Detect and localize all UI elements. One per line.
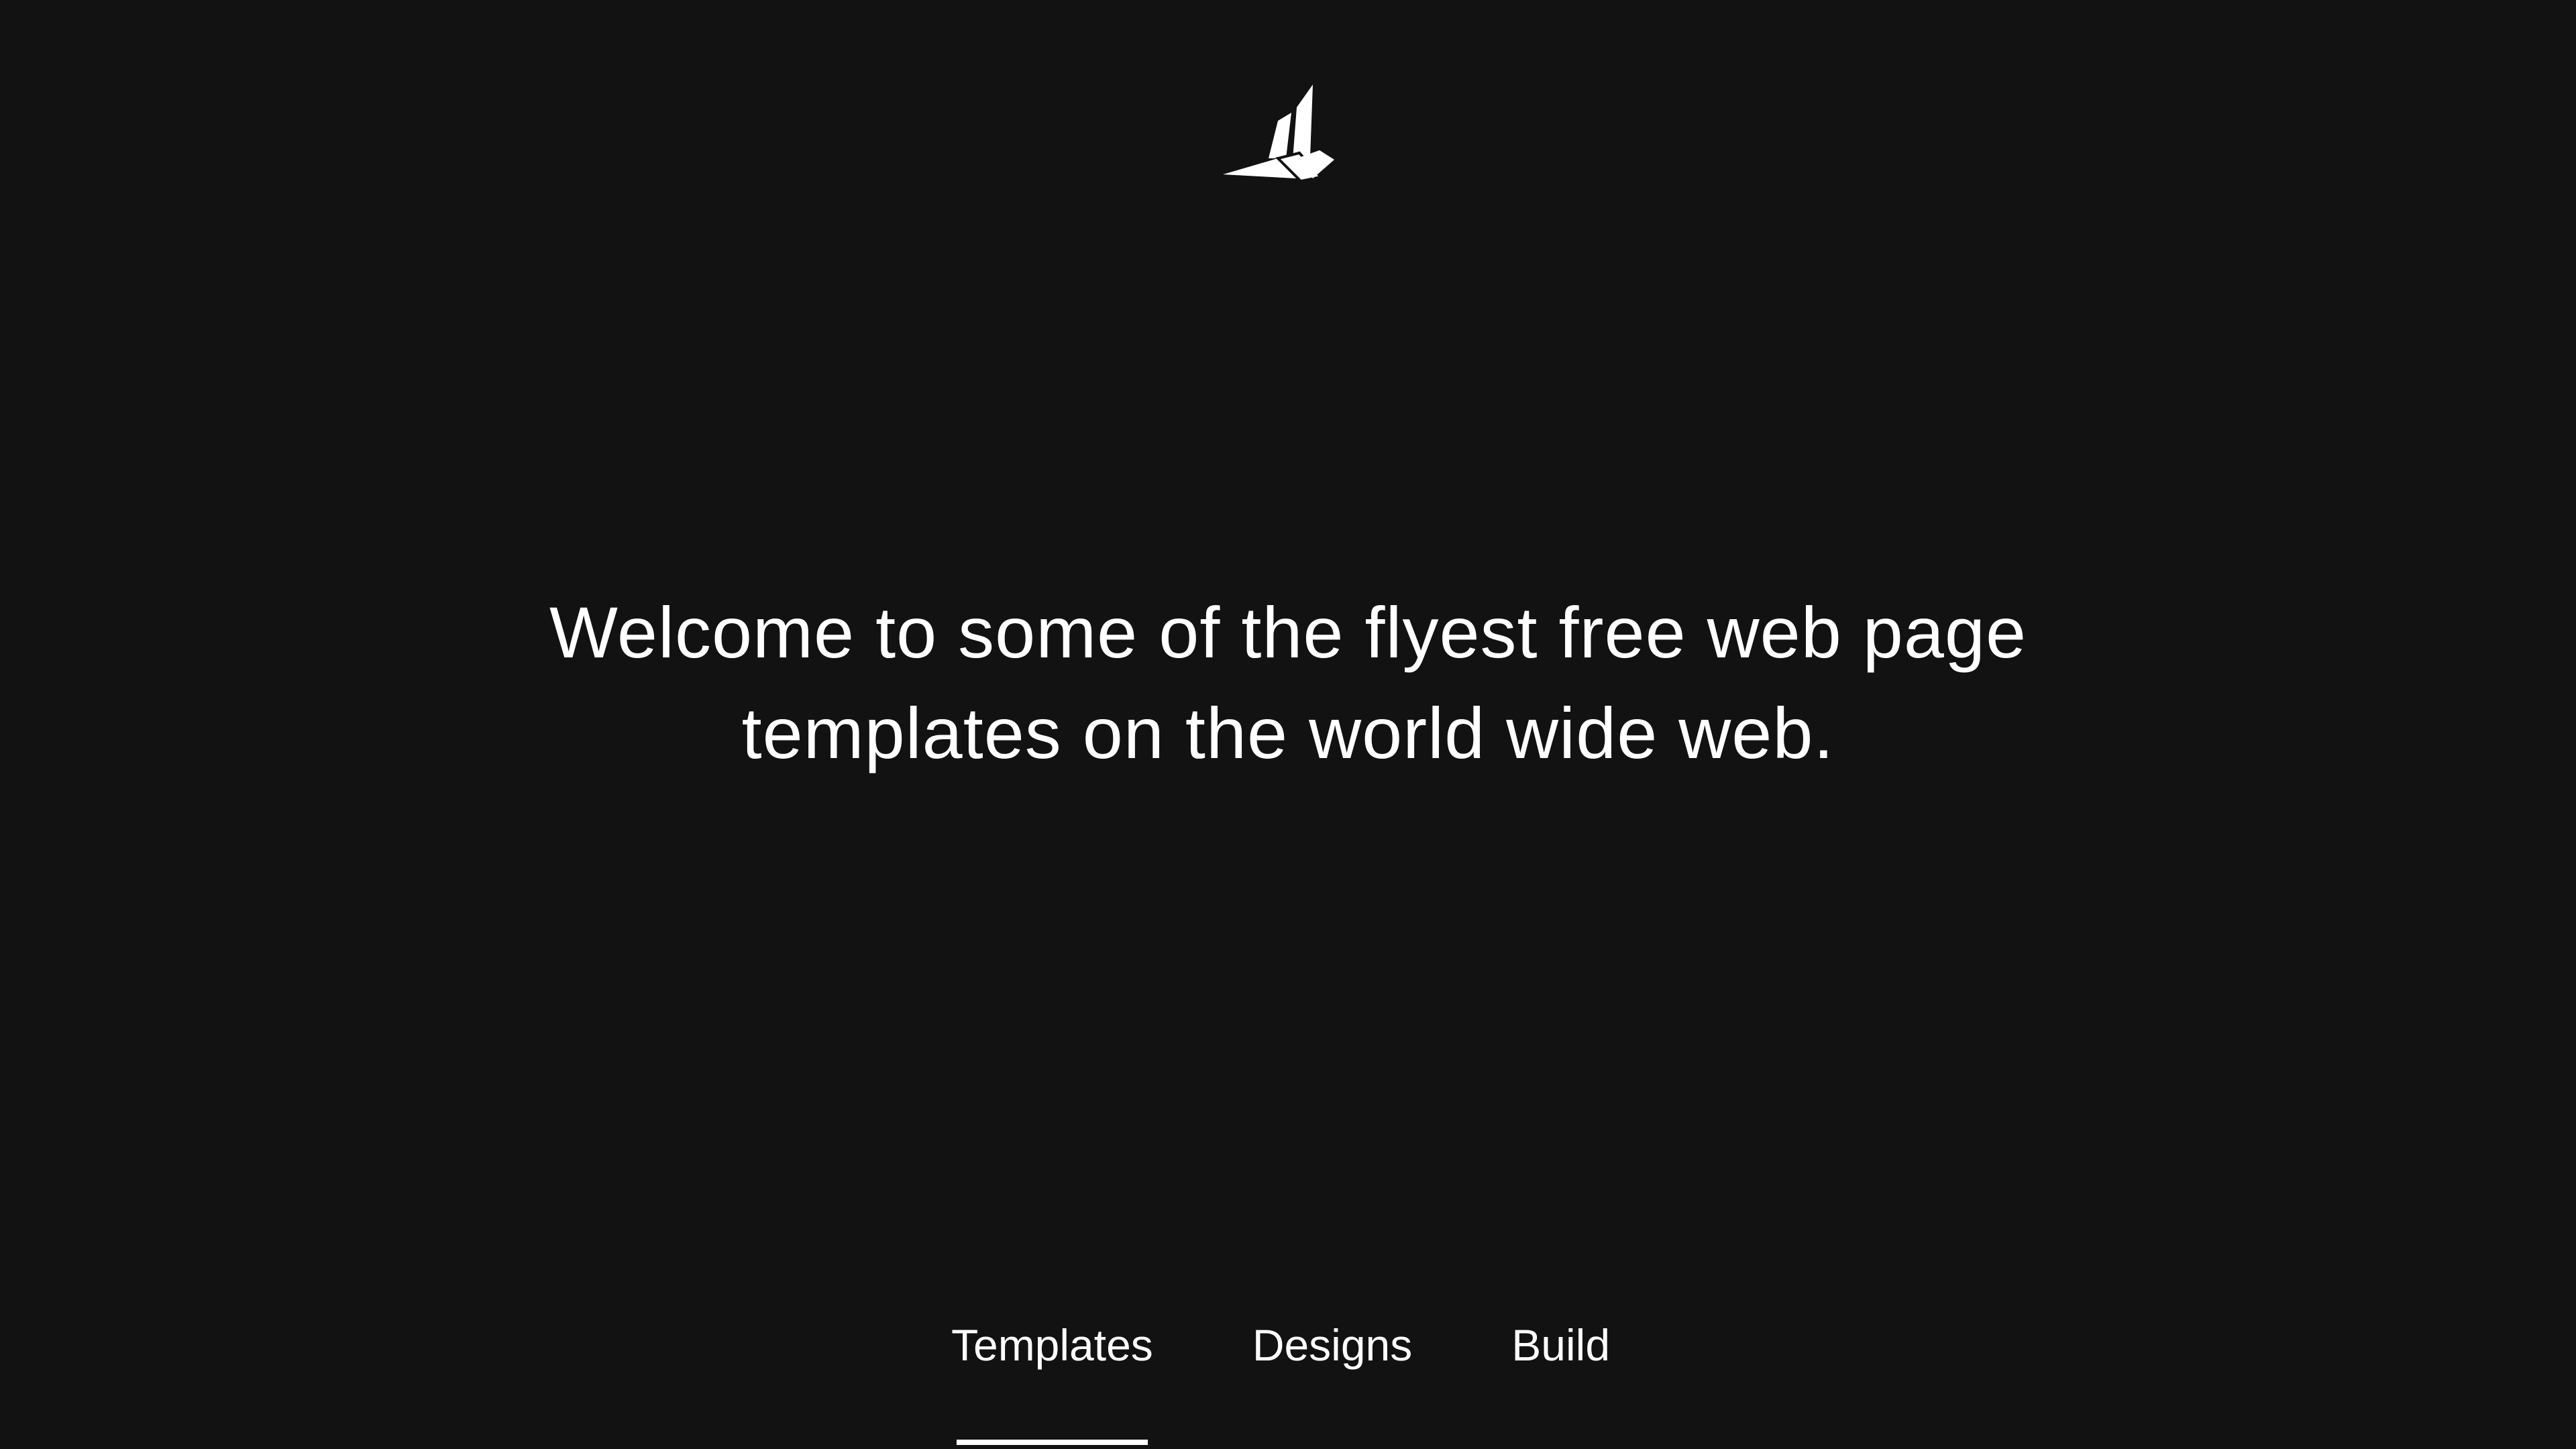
page: Welcome to some of the flyest free web p… [0,0,2576,1449]
bottom-nav: Templates Designs Build [951,1315,1610,1449]
hero-line-2: templates on the world wide web. [741,692,1835,773]
bird-logo-icon[interactable] [1222,83,1334,180]
logo-svg [1223,85,1334,180]
hero-line-1: Welcome to some of the flyest free web p… [549,592,2027,673]
tab-templates[interactable]: Templates [951,1315,1153,1449]
active-tab-indicator [957,1440,1148,1445]
tab-build-label: Build [1511,1320,1611,1370]
tab-designs[interactable]: Designs [1252,1315,1412,1449]
tab-designs-label: Designs [1252,1320,1413,1370]
tab-build[interactable]: Build [1511,1315,1610,1449]
hero-heading: Welcome to some of the flyest free web p… [0,582,2576,784]
tab-templates-label: Templates [951,1320,1153,1370]
